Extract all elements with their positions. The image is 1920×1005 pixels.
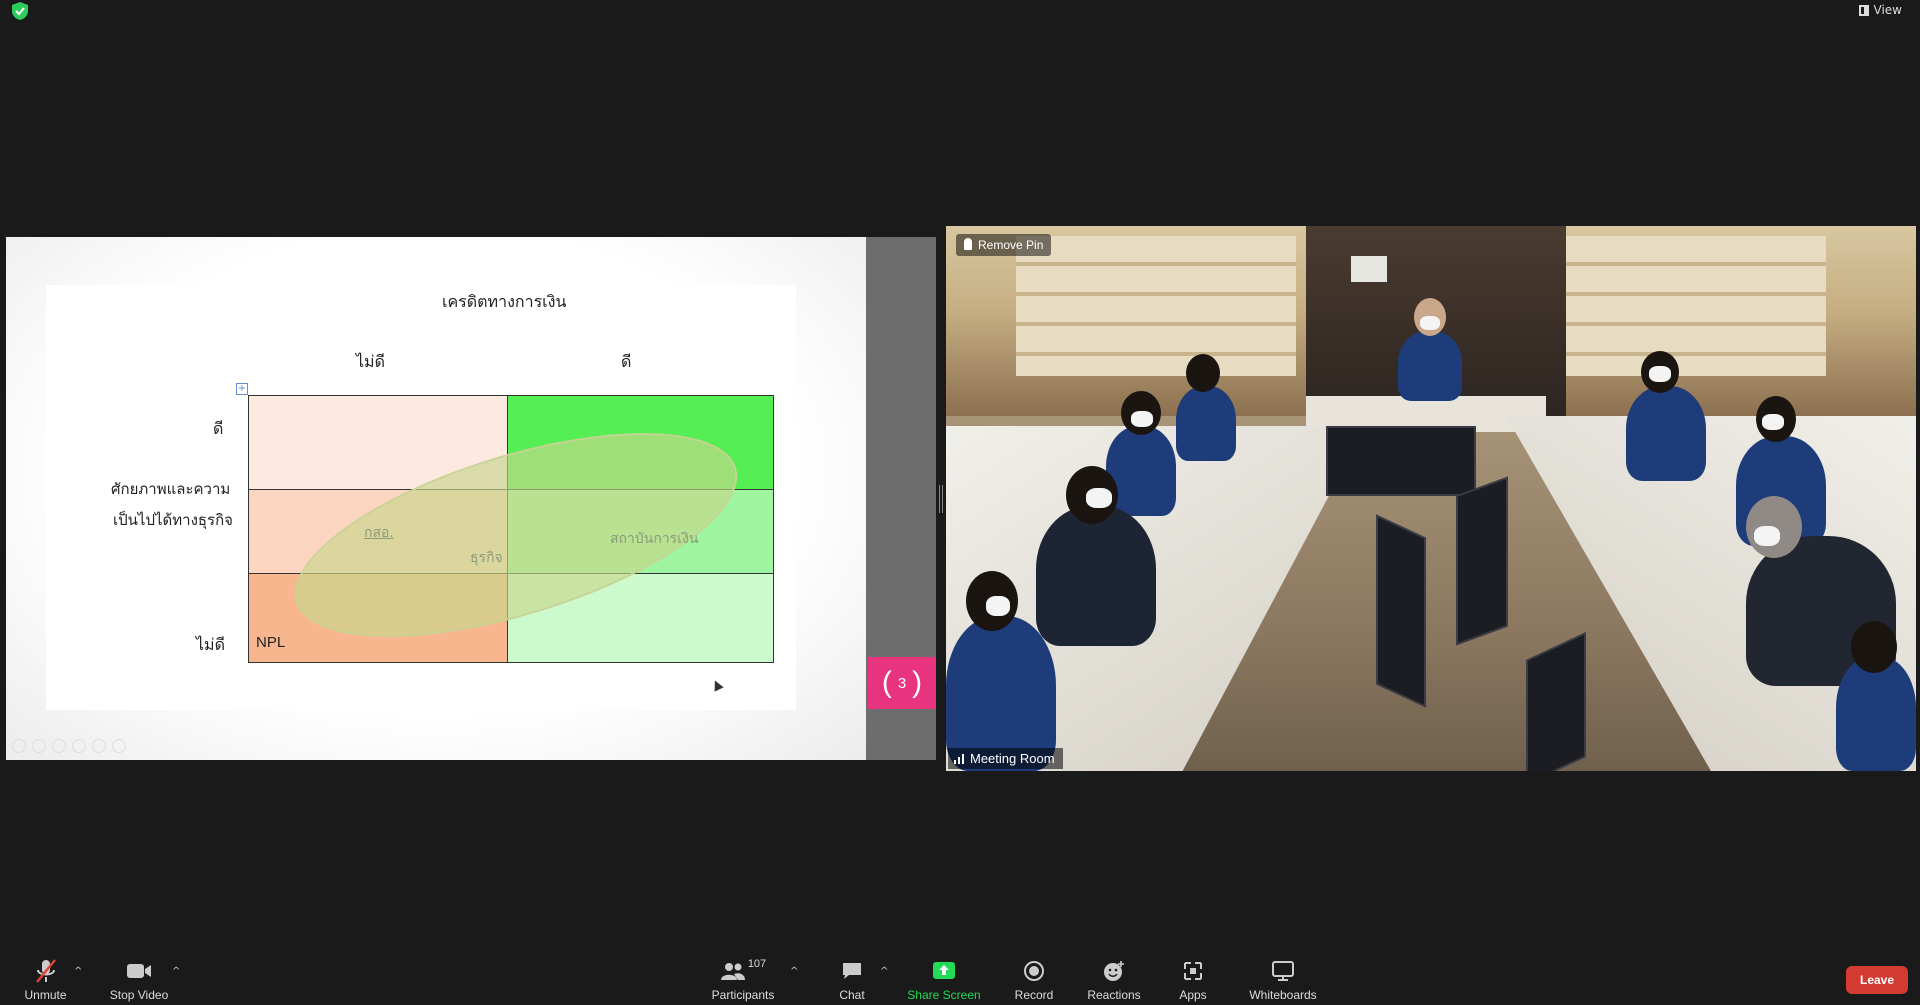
split-view-resize-handle[interactable] — [939, 485, 943, 513]
column-header-good: ดี — [621, 352, 632, 371]
participants-options-caret-icon[interactable]: ^ — [790, 966, 798, 977]
record-button[interactable]: Record — [1012, 958, 1056, 1002]
shared-screen: เครดิตทางการเงิน ไม่ดี ดี ดี ศักยภาพและค… — [6, 237, 936, 760]
table-move-handle-icon[interactable]: + — [236, 383, 248, 395]
row-header-good: ดี — [213, 419, 224, 438]
participants-label: Participants — [711, 988, 775, 1002]
meeting-room-video: Remove Pin Meeting Room — [946, 226, 1916, 771]
chat-options-caret-icon[interactable]: ^ — [880, 966, 888, 977]
record-icon — [1024, 961, 1044, 981]
record-label: Record — [1014, 988, 1054, 1002]
apps-button[interactable]: Apps — [1176, 958, 1210, 1002]
credit-matrix: กสอ. ธุรกิจ สถาบันการเงิน NPL — [248, 391, 774, 679]
stop-video-button[interactable]: Stop Video — [105, 958, 173, 1002]
security-shield-icon[interactable] — [12, 2, 28, 20]
share-screen-icon — [933, 962, 955, 979]
unmute-button[interactable]: Unmute — [18, 958, 73, 1002]
video-options-caret-icon[interactable]: ^ — [172, 966, 180, 977]
unmute-label: Unmute — [24, 988, 67, 1002]
participant-name-tag: Meeting Room — [948, 748, 1063, 769]
slide-controls — [12, 739, 126, 753]
page-number: 3 — [897, 674, 907, 692]
whiteboards-label: Whiteboards — [1249, 988, 1317, 1002]
label-gso: กสอ. — [364, 525, 394, 541]
label-financial-institution: สถาบันการเงิน — [610, 531, 699, 547]
audio-options-caret-icon[interactable]: ^ — [74, 966, 82, 977]
microphone-muted-icon — [35, 959, 56, 983]
video-camera-icon — [127, 964, 151, 978]
participants-count: 107 — [747, 958, 767, 970]
participants-button[interactable]: 107 Participants — [706, 958, 780, 1002]
slide: เครดิตทางการเงิน ไม่ดี ดี ดี ศักยภาพและค… — [6, 237, 866, 760]
remove-pin-button[interactable]: Remove Pin — [956, 234, 1052, 256]
page-number-badge: ( 3 ) — [868, 657, 936, 709]
participant-name: Meeting Room — [970, 751, 1055, 766]
slides-grid-icon[interactable] — [72, 739, 86, 753]
pen-icon[interactable] — [52, 739, 66, 753]
signal-strength-icon — [954, 754, 964, 764]
remove-pin-label: Remove Pin — [978, 238, 1044, 252]
zoom-icon[interactable] — [92, 739, 106, 753]
whiteboard-icon — [1272, 961, 1294, 981]
view-label: View — [1873, 3, 1902, 17]
stop-video-label: Stop Video — [109, 988, 169, 1002]
apps-label: Apps — [1179, 988, 1207, 1002]
view-button[interactable]: View — [1858, 3, 1902, 17]
column-header-bad: ไม่ดี — [356, 352, 385, 371]
reactions-label: Reactions — [1087, 988, 1141, 1002]
more-options-icon[interactable] — [112, 739, 126, 753]
share-screen-button[interactable]: Share Screen — [906, 958, 982, 1002]
row-axis-label-line1: ศักยภาพและความ — [111, 480, 231, 498]
apps-icon — [1184, 962, 1202, 980]
next-slide-icon[interactable] — [32, 739, 46, 753]
chat-label: Chat — [839, 988, 865, 1002]
chat-button[interactable]: Chat — [832, 958, 872, 1002]
participants-icon — [720, 963, 745, 980]
row-axis-label-line2: เป็นไปได้ทางธุรกิจ — [113, 511, 233, 529]
chat-bubble-icon — [843, 963, 861, 979]
prev-slide-icon[interactable] — [12, 739, 26, 753]
reactions-button[interactable]: Reactions — [1086, 958, 1142, 1002]
slide-title: เครดิตทางการเงิน — [442, 292, 567, 311]
share-screen-label: Share Screen — [907, 988, 981, 1002]
reactions-smiley-icon — [1104, 961, 1124, 981]
whiteboards-button[interactable]: Whiteboards — [1246, 958, 1320, 1002]
row-header-bad: ไม่ดี — [196, 635, 225, 654]
view-icon — [1858, 4, 1869, 16]
label-npl: NPL — [256, 634, 286, 651]
label-business: ธุรกิจ — [470, 550, 503, 566]
leave-button[interactable]: Leave — [1846, 966, 1908, 994]
pin-icon — [964, 238, 972, 250]
